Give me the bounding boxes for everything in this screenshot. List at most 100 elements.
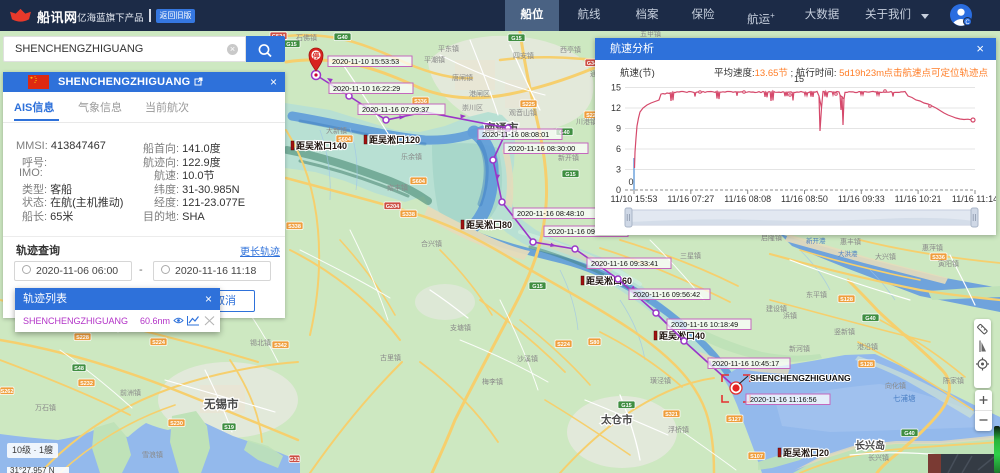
svg-text:11/16 08:50: 11/16 08:50 bbox=[781, 194, 828, 204]
svg-text:三星镇: 三星镇 bbox=[680, 251, 701, 260]
svg-text:2020-11-16 07:09:37: 2020-11-16 07:09:37 bbox=[362, 105, 429, 114]
svg-text:G15: G15 bbox=[532, 284, 542, 290]
svg-text:S228: S228 bbox=[76, 335, 89, 341]
svg-text:2020-11-16 08:48:10: 2020-11-16 08:48:10 bbox=[517, 209, 584, 218]
svg-text:建设镇: 建设镇 bbox=[766, 304, 787, 313]
svg-text:前洲镇: 前洲镇 bbox=[120, 388, 141, 397]
svg-text:S336: S336 bbox=[932, 255, 945, 261]
svg-text:G40: G40 bbox=[865, 316, 875, 322]
svg-text:长兴岛: 长兴岛 bbox=[855, 439, 885, 452]
svg-text:大新镇: 大新镇 bbox=[326, 126, 347, 135]
svg-text:S128: S128 bbox=[860, 362, 873, 368]
svg-text:雪浪镇: 雪浪镇 bbox=[142, 450, 163, 459]
svg-text:11/16 10:21: 11/16 10:21 bbox=[895, 194, 942, 204]
svg-text:沙溪镇: 沙溪镇 bbox=[517, 354, 538, 363]
svg-text:2020-11-16 09:56:42: 2020-11-16 09:56:42 bbox=[633, 290, 700, 299]
svg-text:G204: G204 bbox=[386, 204, 400, 210]
svg-text:支塘镇: 支塘镇 bbox=[450, 323, 471, 332]
svg-text:平潮镇: 平潮镇 bbox=[424, 55, 445, 64]
svg-text:2020-11-16 10:45:17: 2020-11-16 10:45:17 bbox=[712, 359, 779, 368]
svg-text:距吴淞口80: 距吴淞口80 bbox=[466, 219, 512, 230]
svg-text:点击航速点可定位轨迹点: 点击航速点可定位轨迹点 bbox=[883, 67, 988, 79]
svg-text:锡北镇: 锡北镇 bbox=[250, 338, 271, 347]
svg-text:西亭镇: 西亭镇 bbox=[560, 45, 581, 54]
svg-text:大兴镇: 大兴镇 bbox=[875, 252, 896, 261]
svg-text:距吴淞口20: 距吴淞口20 bbox=[783, 447, 829, 458]
svg-text:S128: S128 bbox=[840, 297, 853, 303]
svg-text:9: 9 bbox=[616, 124, 621, 134]
svg-text:石佛镇: 石佛镇 bbox=[296, 33, 317, 42]
svg-text:新河镇: 新河镇 bbox=[789, 344, 810, 353]
svg-text:11/16 11:14: 11/16 11:14 bbox=[952, 194, 996, 204]
svg-text:S224: S224 bbox=[557, 342, 571, 348]
svg-text:浜镇: 浜镇 bbox=[783, 311, 797, 320]
svg-text:万石镇: 万石镇 bbox=[35, 403, 56, 412]
svg-text:合兴镇: 合兴镇 bbox=[421, 239, 442, 248]
svg-text:S80: S80 bbox=[590, 340, 600, 346]
svg-text:距吴淞口120: 距吴淞口120 bbox=[369, 134, 420, 145]
svg-text:东平镇: 东平镇 bbox=[806, 290, 827, 299]
svg-text:6: 6 bbox=[616, 144, 621, 154]
svg-text:新开镇: 新开镇 bbox=[558, 153, 579, 162]
svg-text:停: 停 bbox=[313, 51, 320, 60]
svg-text:平东镇: 平东镇 bbox=[438, 44, 459, 53]
svg-text:G40: G40 bbox=[337, 35, 347, 41]
svg-text:港沿镇: 港沿镇 bbox=[857, 342, 878, 351]
svg-text:15: 15 bbox=[611, 83, 621, 93]
svg-text:惠萍镇: 惠萍镇 bbox=[922, 243, 943, 252]
svg-text:S342: S342 bbox=[274, 343, 287, 349]
svg-text:无锡市: 无锡市 bbox=[203, 397, 239, 411]
svg-text:S338: S338 bbox=[402, 212, 415, 218]
svg-text:四安镇: 四安镇 bbox=[513, 51, 534, 60]
svg-text:太仓市: 太仓市 bbox=[600, 413, 633, 426]
svg-text:竖新镇: 竖新镇 bbox=[834, 327, 855, 336]
svg-text:G31: G31 bbox=[289, 457, 299, 463]
svg-text:SHENCHENGZHIGUANG: SHENCHENGZHIGUANG bbox=[750, 373, 851, 383]
svg-text:15: 15 bbox=[794, 74, 804, 84]
svg-text:梅李镇: 梅李镇 bbox=[482, 377, 503, 386]
svg-text:G40: G40 bbox=[904, 431, 914, 437]
svg-text:寅阳镇: 寅阳镇 bbox=[938, 259, 959, 268]
svg-text:唐闸镇: 唐闸镇 bbox=[452, 73, 473, 82]
svg-text:南丰镇: 南丰镇 bbox=[387, 183, 408, 192]
svg-text:S48: S48 bbox=[74, 366, 84, 372]
svg-text:崇川区: 崇川区 bbox=[462, 104, 483, 112]
svg-text:2020-11-10 16:22:29: 2020-11-10 16:22:29 bbox=[333, 84, 400, 93]
svg-text:2020-11-16 11:16:56: 2020-11-16 11:16:56 bbox=[750, 395, 817, 404]
svg-text:S127: S127 bbox=[728, 417, 741, 423]
svg-text:S225: S225 bbox=[522, 102, 535, 108]
svg-text:S232: S232 bbox=[80, 381, 93, 387]
svg-text:乐余镇: 乐余镇 bbox=[401, 152, 422, 161]
svg-text:港闸区: 港闸区 bbox=[469, 89, 490, 98]
svg-text:S321: S321 bbox=[665, 412, 678, 418]
svg-text:观音山镇: 观音山镇 bbox=[509, 108, 537, 117]
svg-text:2020-11-16 09:33:41: 2020-11-16 09:33:41 bbox=[591, 259, 658, 268]
svg-text:陈家镇: 陈家镇 bbox=[943, 376, 964, 385]
svg-text:惠丰镇: 惠丰镇 bbox=[840, 237, 861, 246]
svg-text:大洪港: 大洪港 bbox=[838, 249, 858, 258]
svg-text:11/10 15:53: 11/10 15:53 bbox=[611, 194, 658, 204]
svg-text:S224: S224 bbox=[152, 340, 166, 346]
svg-text:S262: S262 bbox=[1, 389, 14, 395]
svg-text:2020-11-16 08:30:00: 2020-11-16 08:30:00 bbox=[508, 144, 575, 153]
svg-text:古里镇: 古里镇 bbox=[380, 353, 401, 362]
svg-text:S230: S230 bbox=[170, 421, 183, 427]
svg-text:S19: S19 bbox=[224, 425, 234, 431]
svg-text:G15: G15 bbox=[621, 403, 631, 409]
svg-text:浮桥镇: 浮桥镇 bbox=[668, 425, 689, 434]
svg-text:2020-11-16 08:08:01: 2020-11-16 08:08:01 bbox=[482, 130, 549, 139]
svg-text:2020-11-16 10:18:49: 2020-11-16 10:18:49 bbox=[671, 320, 738, 329]
svg-text:G15: G15 bbox=[286, 42, 296, 48]
svg-text:长兴镇: 长兴镇 bbox=[868, 453, 889, 462]
svg-text:距吴淞口140: 距吴淞口140 bbox=[296, 140, 347, 151]
svg-text:11/16 09:33: 11/16 09:33 bbox=[838, 194, 885, 204]
svg-text:川港镇: 川港镇 bbox=[576, 117, 597, 126]
svg-text:3: 3 bbox=[616, 165, 621, 175]
svg-text:七浦塘: 七浦塘 bbox=[893, 393, 916, 403]
svg-text:C: C bbox=[965, 20, 970, 26]
svg-text:G15: G15 bbox=[511, 36, 521, 42]
svg-text:向化镇: 向化镇 bbox=[885, 381, 906, 390]
svg-text:11/16 07:27: 11/16 07:27 bbox=[667, 194, 714, 204]
svg-text:0: 0 bbox=[628, 177, 633, 187]
svg-text:S107: S107 bbox=[750, 454, 763, 460]
